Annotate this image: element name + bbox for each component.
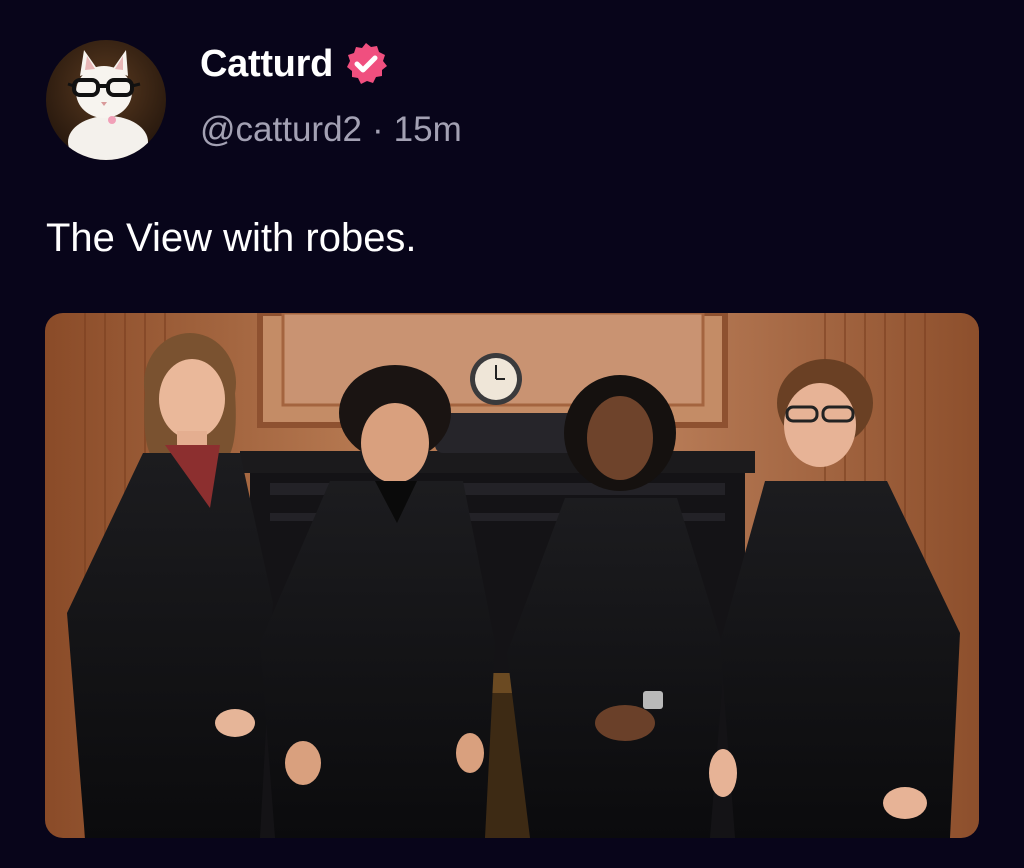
author-display-name[interactable]: Catturd [200,43,333,86]
post-media-photo[interactable] [45,313,979,838]
post-card: Catturd @catturd2 · 15m The View with ro… [0,0,1024,868]
photo-four-robed-justices-icon [45,313,979,838]
author-name-row: Catturd [200,40,389,88]
verified-badge-icon [347,43,387,84]
author-handle[interactable]: @catturd2 [200,110,362,150]
author-meta-row: @catturd2 · 15m [200,110,462,150]
post-timestamp[interactable]: 15m [394,110,462,150]
cat-avatar-icon [46,40,166,160]
author-avatar[interactable] [46,40,166,160]
post-text: The View with robes. [46,216,417,260]
meta-separator: · [372,110,384,149]
